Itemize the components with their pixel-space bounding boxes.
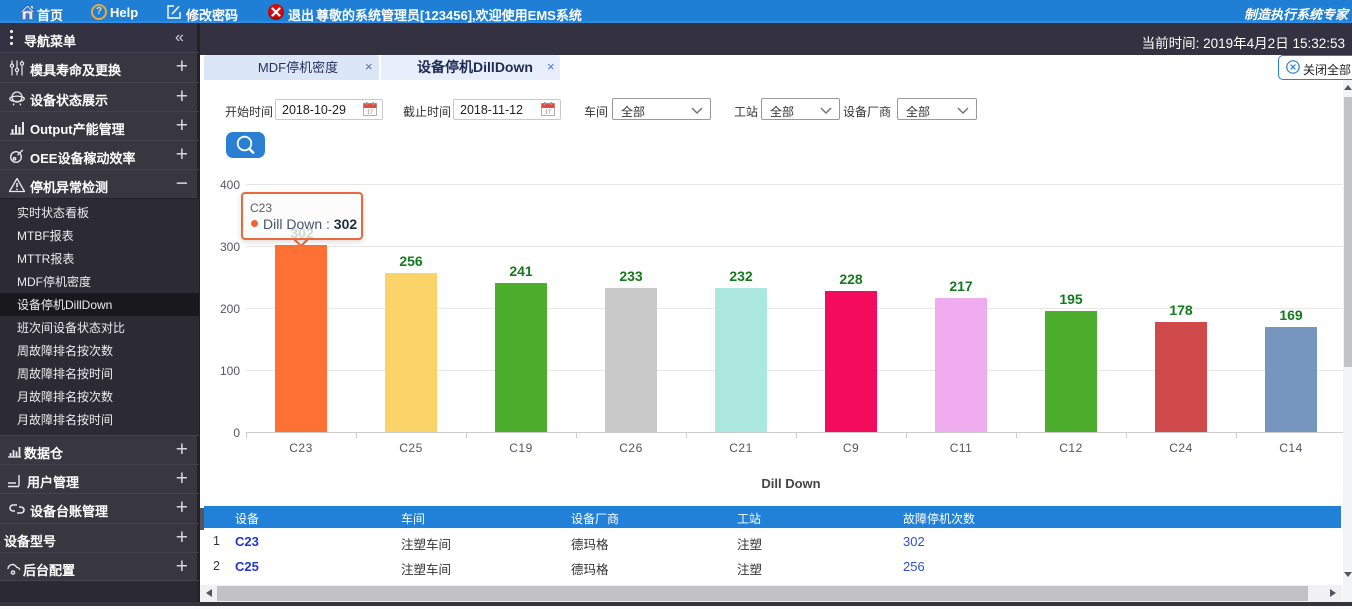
- svg-text:17: 17: [545, 110, 551, 116]
- svg-text:17: 17: [367, 110, 373, 116]
